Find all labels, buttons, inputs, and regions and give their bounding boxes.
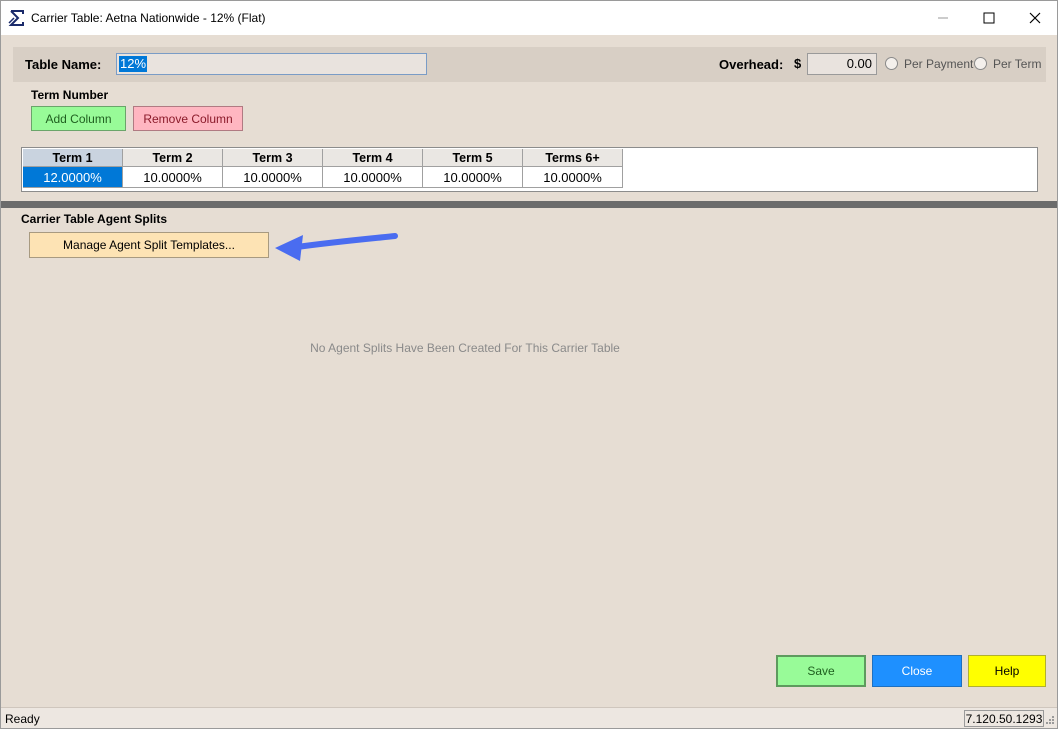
term-column-header[interactable]: Term 3 (223, 149, 323, 167)
manage-agent-split-templates-button[interactable]: Manage Agent Split Templates... (29, 232, 269, 258)
table-name-input[interactable]: 12% (116, 53, 427, 75)
minimize-icon (938, 17, 948, 19)
carrier-table-window: Carrier Table: Aetna Nationwide - 12% (F… (0, 0, 1058, 729)
window-title: Carrier Table: Aetna Nationwide - 12% (F… (31, 11, 266, 25)
resize-grip-icon[interactable] (1045, 715, 1055, 726)
sigma-icon (8, 10, 24, 26)
agent-splits-label: Carrier Table Agent Splits (21, 212, 168, 226)
term-grid[interactable]: Term 1 Term 2 Term 3 Term 4 Term 5 Terms… (21, 147, 1038, 192)
term-column-header[interactable]: Term 4 (323, 149, 423, 167)
per-payment-radio[interactable] (885, 57, 898, 70)
help-button[interactable]: Help (968, 655, 1046, 687)
per-term-radio[interactable] (974, 57, 987, 70)
close-button[interactable]: Close (872, 655, 962, 687)
close-window-button[interactable] (1012, 1, 1058, 35)
panel-splitter[interactable] (1, 201, 1057, 208)
term-column-header[interactable]: Term 1 (23, 149, 123, 167)
save-button[interactable]: Save (776, 655, 866, 687)
status-bar: Ready 7.120.50.1293 (1, 707, 1057, 728)
term-value-cell[interactable]: 10.0000% (523, 167, 623, 188)
term-column-header[interactable]: Terms 6+ (523, 149, 623, 167)
minimize-button[interactable] (920, 1, 966, 35)
term-grid-header: Term 1 Term 2 Term 3 Term 4 Term 5 Terms… (23, 149, 623, 167)
status-text: Ready (5, 712, 40, 726)
add-column-button[interactable]: Add Column (31, 106, 126, 131)
term-column-header[interactable]: Term 2 (123, 149, 223, 167)
term-grid-row: 12.0000% 10.0000% 10.0000% 10.0000% 10.0… (23, 167, 623, 188)
term-column-header[interactable]: Term 5 (423, 149, 523, 167)
annotation-arrow-icon (275, 233, 398, 261)
currency-symbol: $ (794, 56, 802, 71)
per-term-label[interactable]: Per Term (993, 57, 1041, 71)
close-icon (1029, 12, 1041, 24)
term-value-cell[interactable]: 12.0000% (23, 167, 123, 188)
term-value-cell[interactable]: 10.0000% (323, 167, 423, 188)
empty-splits-message: No Agent Splits Have Been Created For Th… (310, 341, 620, 355)
title-bar[interactable]: Carrier Table: Aetna Nationwide - 12% (F… (1, 1, 1057, 35)
overhead-input[interactable]: 0.00 (807, 53, 877, 75)
term-number-label: Term Number (31, 88, 109, 102)
maximize-button[interactable] (966, 1, 1012, 35)
per-payment-label[interactable]: Per Payment (904, 57, 973, 71)
maximize-icon (983, 12, 995, 24)
overhead-label: Overhead: (719, 57, 784, 72)
table-name-value: 12% (119, 56, 148, 72)
table-header-panel: Table Name: 12% Overhead: $ 0.00 Per Pay… (13, 47, 1046, 82)
remove-column-button[interactable]: Remove Column (133, 106, 243, 131)
table-name-label: Table Name: (25, 57, 102, 72)
version-label: 7.120.50.1293 (964, 710, 1044, 727)
term-value-cell[interactable]: 10.0000% (423, 167, 523, 188)
term-value-cell[interactable]: 10.0000% (223, 167, 323, 188)
term-value-cell[interactable]: 10.0000% (123, 167, 223, 188)
